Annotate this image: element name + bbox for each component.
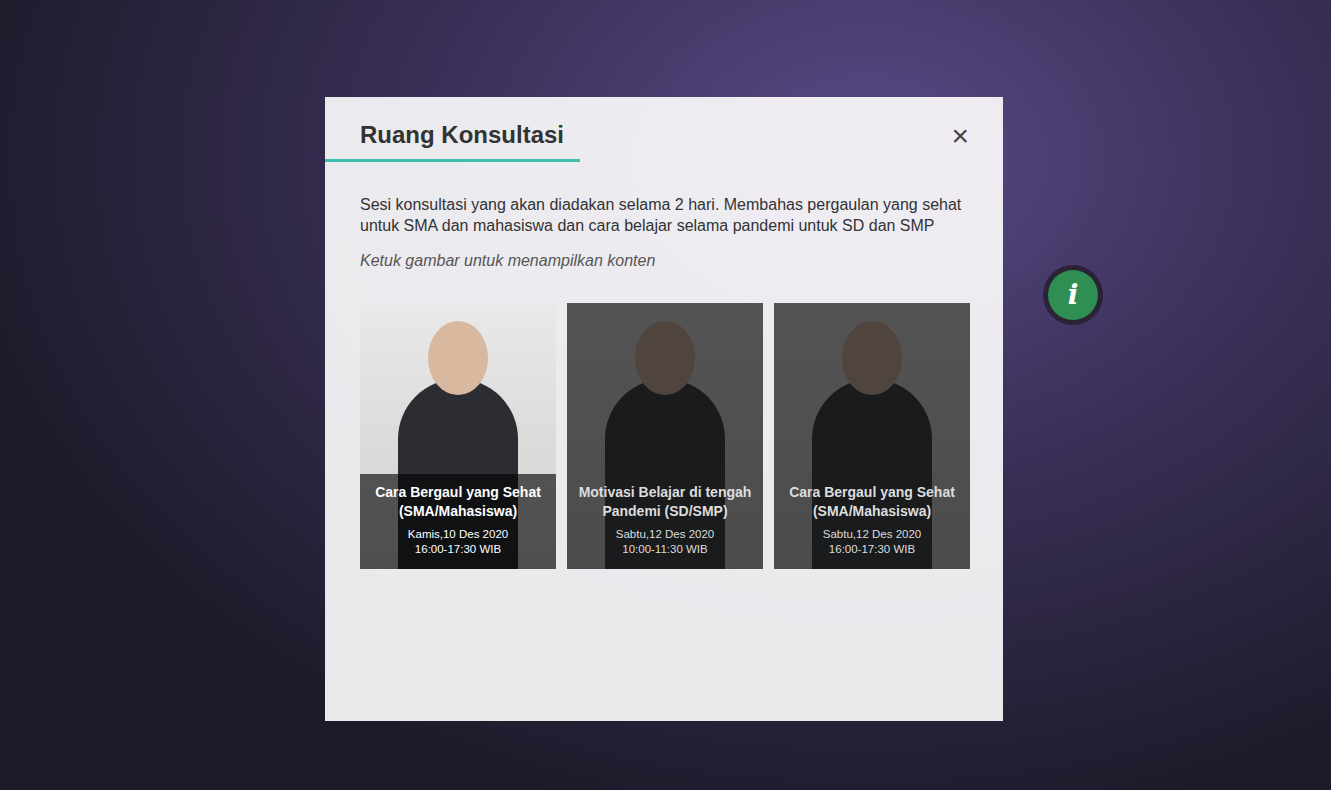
session-time: 16:00-17:30 WIB — [782, 542, 962, 557]
session-schedule: Sabtu,12 Des 202010:00-11:30 WIB — [575, 527, 755, 557]
session-title: Cara Bergaul yang Sehat (SMA/Mahasiswa) — [782, 483, 962, 521]
info-button[interactable]: i — [1043, 265, 1103, 325]
session-caption: Cara Bergaul yang Sehat (SMA/Mahasiswa) S… — [774, 474, 970, 569]
session-schedule: Kamis,10 Des 202016:00-17:30 WIB — [368, 527, 548, 557]
session-date: Kamis,10 Des 2020 — [368, 527, 548, 542]
session-time: 16:00-17:30 WIB — [368, 542, 548, 557]
session-date: Sabtu,12 Des 2020 — [782, 527, 962, 542]
title-underline — [325, 159, 580, 162]
speaker-head — [428, 321, 488, 395]
consultation-modal: Ruang Konsultasi × Sesi konsultasi yang ak… — [325, 97, 1003, 721]
info-icon[interactable]: i — [1048, 270, 1098, 320]
session-schedule: Sabtu,12 Des 202016:00-17:30 WIB — [782, 527, 962, 557]
background-photo: i Ruang Konsultasi × Sesi konsultasi yang a… — [0, 0, 1331, 790]
session-title: Cara Bergaul yang Sehat (SMA/Mahasiswa) — [368, 483, 548, 521]
modal-title: Ruang Konsultasi — [360, 121, 564, 150]
hint: Ketuk gambar untuk menampilkan konten — [360, 249, 969, 273]
session-card[interactable]: Motivasi Belajar di tengah Pandemi (SD/S… — [567, 303, 763, 569]
description: Sesi konsultasi yang akan diadakan selam… — [360, 194, 969, 236]
session-card[interactable]: Cara Bergaul yang Sehat (SMA/Mahasiswa) K… — [360, 303, 556, 569]
modal-body: Sesi konsultasi yang akan diadakan selam… — [325, 162, 1003, 599]
session-caption: Motivasi Belajar di tengah Pandemi (SD/S… — [567, 474, 763, 569]
session-list: Cara Bergaul yang Sehat (SMA/Mahasiswa) K… — [360, 303, 969, 569]
session-caption: Cara Bergaul yang Sehat (SMA/Mahasiswa) K… — [360, 474, 556, 569]
session-card[interactable]: Cara Bergaul yang Sehat (SMA/Mahasiswa) S… — [774, 303, 970, 569]
close-button[interactable]: × — [947, 121, 973, 151]
session-date: Sabtu,12 Des 2020 — [575, 527, 755, 542]
modal-header: Ruang Konsultasi × — [325, 97, 1003, 151]
session-title: Motivasi Belajar di tengah Pandemi (SD/S… — [575, 483, 755, 521]
session-time: 10:00-11:30 WIB — [575, 542, 755, 557]
